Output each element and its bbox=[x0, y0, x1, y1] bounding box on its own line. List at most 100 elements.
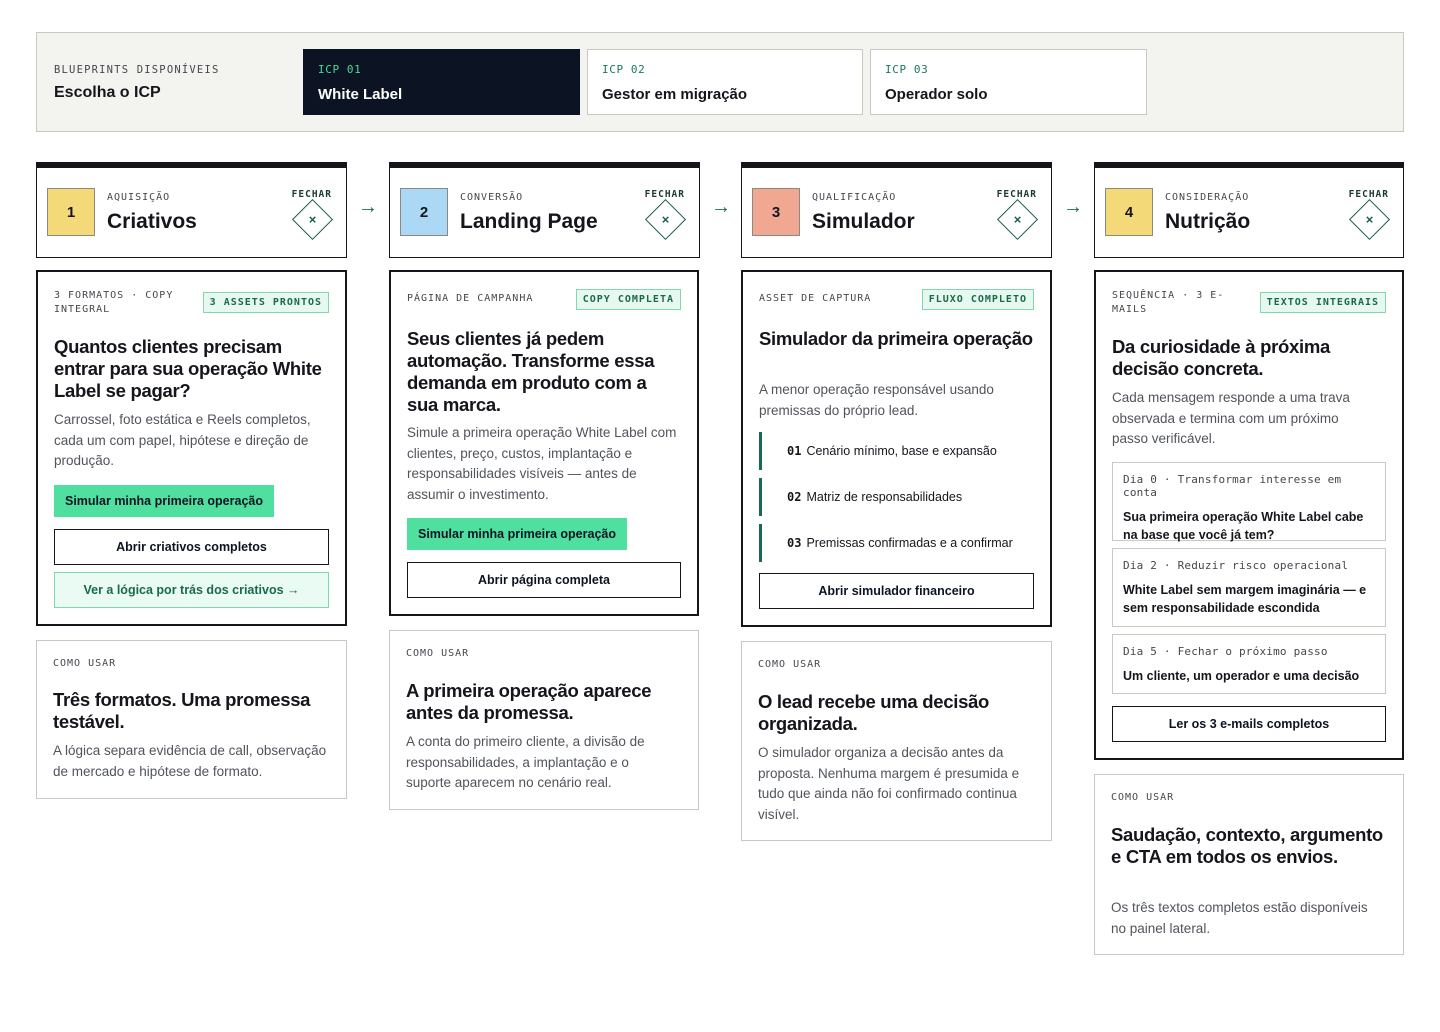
usage-description: O simulador organiza a decisão antes da … bbox=[758, 745, 1020, 822]
tab-icp-03[interactable]: ICP 03 Operador solo bbox=[870, 49, 1147, 115]
email-subject: Sua primeira operação White Label cabe n… bbox=[1123, 510, 1364, 542]
email-subject: Um cliente, um operador e uma decisão bbox=[1123, 669, 1360, 683]
status-badge: TEXTOS INTEGRAIS bbox=[1259, 292, 1386, 313]
card-title: Simulador da primeira operação bbox=[759, 328, 1033, 349]
flow-arrow-icon: → bbox=[711, 196, 731, 218]
usage-title: Três formatos. Uma promessa testável. bbox=[53, 689, 311, 732]
tab-label: White Label bbox=[318, 86, 403, 103]
stage-title: Criativos bbox=[107, 210, 197, 233]
stage-header-simulador: 3 QUALIFICAÇÃO Simulador FECHAR × bbox=[741, 162, 1052, 258]
usage-nutricao: COMO USAR Saudação, contexto, argumento … bbox=[1094, 774, 1404, 955]
email-item[interactable]: Dia 5 · Fechar o próximo passo Um client… bbox=[1112, 634, 1386, 694]
email-item[interactable]: Dia 2 · Reduzir risco operacional White … bbox=[1112, 548, 1386, 627]
checklist-number: 01 bbox=[787, 444, 802, 458]
usage-description: A conta do primeiro cliente, a divisão d… bbox=[406, 734, 645, 790]
card-nutricao: SEQUÊNCIA · 3 E-MAILS TEXTOS INTEGRAIS D… bbox=[1094, 270, 1404, 760]
close-icon: × bbox=[1365, 212, 1374, 227]
stage-kicker: QUALIFICAÇÃO bbox=[812, 192, 897, 203]
close-icon: × bbox=[661, 212, 670, 227]
tab-code: ICP 03 bbox=[885, 63, 929, 76]
card-title: Da curiosidade à próxima decisão concret… bbox=[1112, 336, 1330, 379]
checklist-text: Cenário mínimo, base e expansão bbox=[806, 444, 997, 458]
flow-arrow-icon: → bbox=[358, 196, 378, 218]
card-description: Simule a primeira operação White Label c… bbox=[407, 425, 677, 502]
stage-header-criativos: 1 AQUISIÇÃO Criativos FECHAR × bbox=[36, 162, 347, 258]
stage-number: 3 bbox=[752, 188, 800, 236]
checklist-text: Premissas confirmadas e a confirmar bbox=[806, 536, 1013, 550]
simulate-operation-button[interactable]: Simular minha primeira operação bbox=[407, 518, 627, 550]
usage-criativos: COMO USAR Três formatos. Uma promessa te… bbox=[36, 640, 347, 799]
stage-header-landing-page: 2 CONVERSÃO Landing Page FECHAR × bbox=[389, 162, 700, 258]
card-description: Carrossel, foto estática e Reels complet… bbox=[54, 412, 311, 468]
usage-kicker: COMO USAR bbox=[406, 648, 470, 659]
usage-title: A primeira operação aparece antes da pro… bbox=[406, 680, 652, 723]
checklist-number: 03 bbox=[787, 536, 802, 550]
card-kicker: 3 FORMATOS · COPY INTEGRAL bbox=[54, 290, 174, 315]
close-button[interactable]: × bbox=[996, 198, 1039, 241]
close-button[interactable]: × bbox=[1348, 198, 1391, 241]
usage-description: A lógica separa evidência de call, obser… bbox=[53, 743, 327, 779]
usage-simulador: COMO USAR O lead recebe uma decisão orga… bbox=[741, 641, 1052, 841]
usage-kicker: COMO USAR bbox=[1111, 792, 1175, 803]
stage-title: Landing Page bbox=[460, 210, 598, 233]
icp-selector: BLUEPRINTS DISPONÍVEIS Escolha o ICP ICP… bbox=[36, 32, 1404, 132]
email-day: Dia 0 · Transformar interesse em conta bbox=[1123, 473, 1342, 499]
simulate-operation-button[interactable]: Simular minha primeira operação bbox=[54, 485, 274, 517]
card-description: Cada mensagem responde a uma trava obser… bbox=[1112, 390, 1350, 446]
card-title: Seus clientes já pedem automação. Transf… bbox=[407, 328, 655, 415]
tab-code: ICP 02 bbox=[602, 63, 646, 76]
icp-selector-heading: Escolha o ICP bbox=[54, 84, 161, 101]
tab-icp-01[interactable]: ICP 01 White Label bbox=[303, 49, 580, 115]
read-emails-button[interactable]: Ler os 3 e-mails completos bbox=[1112, 706, 1386, 742]
close-icon: × bbox=[1013, 212, 1022, 227]
stage-title: Simulador bbox=[812, 210, 915, 233]
usage-description: Os três textos completos estão disponíve… bbox=[1111, 900, 1368, 936]
email-subject: White Label sem margem imaginária — e se… bbox=[1123, 583, 1367, 615]
open-landing-page-button[interactable]: Abrir página completa bbox=[407, 562, 681, 598]
tab-icp-02[interactable]: ICP 02 Gestor em migração bbox=[587, 49, 863, 115]
stage-header-nutricao: 4 CONSIDERAÇÃO Nutrição FECHAR × bbox=[1094, 162, 1404, 258]
email-item[interactable]: Dia 0 · Transformar interesse em conta S… bbox=[1112, 462, 1386, 542]
usage-title: Saudação, contexto, argumento e CTA em t… bbox=[1111, 824, 1383, 867]
card-simulador: ASSET DE CAPTURA FLUXO COMPLETO Simulado… bbox=[741, 270, 1052, 627]
icp-selector-kicker: BLUEPRINTS DISPONÍVEIS bbox=[54, 64, 220, 76]
open-simulator-button[interactable]: Abrir simulador financeiro bbox=[759, 573, 1034, 609]
tab-code: ICP 01 bbox=[318, 63, 362, 76]
creatives-logic-link[interactable]: Ver a lógica por trás dos criativos → bbox=[54, 572, 329, 608]
stage-number: 2 bbox=[400, 188, 448, 236]
usage-kicker: COMO USAR bbox=[758, 659, 822, 670]
usage-title: O lead recebe uma decisão organizada. bbox=[758, 691, 990, 734]
stage-kicker: AQUISIÇÃO bbox=[107, 192, 171, 203]
stage-kicker: CONSIDERAÇÃO bbox=[1165, 192, 1250, 203]
checklist-item: 02 Matriz de responsabilidades bbox=[759, 478, 962, 516]
close-button[interactable]: × bbox=[644, 198, 687, 241]
status-badge: 3 ASSETS PRONTOS bbox=[202, 292, 329, 313]
close-button[interactable]: × bbox=[291, 198, 334, 241]
flow-arrow-icon: → bbox=[1063, 196, 1083, 218]
tab-label: Operador solo bbox=[885, 86, 988, 103]
card-criativos: 3 FORMATOS · COPY INTEGRAL 3 ASSETS PRON… bbox=[36, 270, 347, 626]
checklist-item: 03 Premissas confirmadas e a confirmar bbox=[759, 524, 1013, 562]
card-description: A menor operação responsável usando prem… bbox=[759, 382, 994, 418]
open-creatives-button[interactable]: Abrir criativos completos bbox=[54, 529, 329, 565]
status-badge: COPY COMPLETA bbox=[575, 289, 681, 310]
close-icon: × bbox=[308, 212, 317, 227]
stage-number: 4 bbox=[1105, 188, 1153, 236]
email-day: Dia 2 · Reduzir risco operacional bbox=[1123, 559, 1349, 572]
email-day: Dia 5 · Fechar o próximo passo bbox=[1123, 645, 1328, 658]
status-badge: FLUXO COMPLETO bbox=[921, 289, 1034, 310]
card-title: Quantos clientes precisam entrar para su… bbox=[54, 336, 322, 401]
card-kicker: SEQUÊNCIA · 3 E-MAILS bbox=[1112, 290, 1225, 315]
checklist-item: 01 Cenário mínimo, base e expansão bbox=[759, 432, 997, 470]
card-kicker: ASSET DE CAPTURA bbox=[759, 293, 872, 304]
stage-title: Nutrição bbox=[1165, 210, 1251, 233]
tab-label: Gestor em migração bbox=[602, 86, 748, 103]
checklist-number: 02 bbox=[787, 490, 802, 504]
card-kicker: PÁGINA DE CAMPANHA bbox=[407, 293, 534, 304]
usage-kicker: COMO USAR bbox=[53, 658, 117, 669]
usage-landing-page: COMO USAR A primeira operação aparece an… bbox=[389, 630, 699, 810]
stage-number: 1 bbox=[47, 188, 95, 236]
stage-kicker: CONVERSÃO bbox=[460, 192, 524, 203]
checklist-text: Matriz de responsabilidades bbox=[806, 490, 963, 504]
card-landing-page: PÁGINA DE CAMPANHA COPY COMPLETA Seus cl… bbox=[389, 270, 699, 616]
